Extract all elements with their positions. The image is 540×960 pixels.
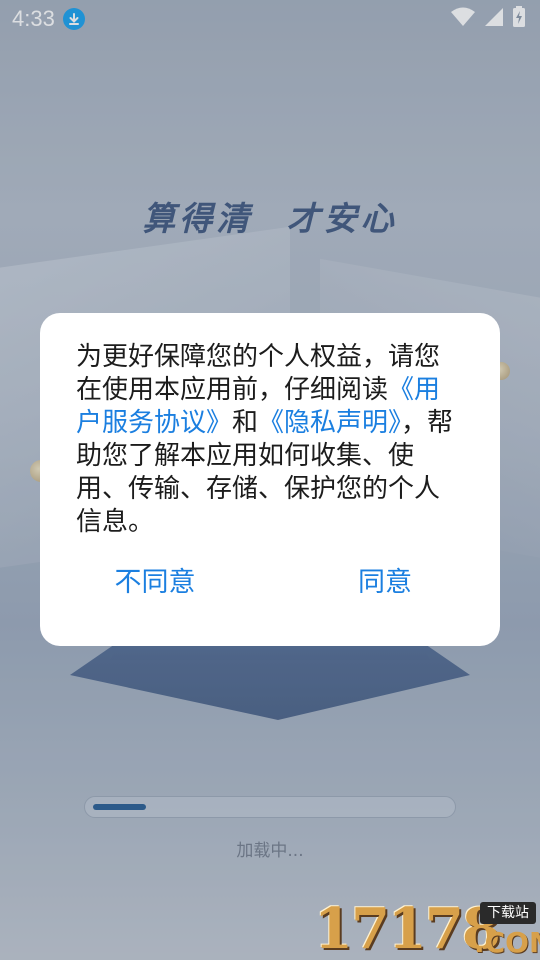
dialog-text-intro: 为更好保障您的个人权益，请您在使用本应用前，仔细阅读 — [76, 342, 441, 405]
watermark-domain: .COM — [474, 926, 540, 959]
dialog-message: 为更好保障您的个人权益，请您在使用本应用前，仔细阅读《用户服务协议》和《隐私声明… — [76, 341, 464, 539]
watermark-tag: 下载站 — [480, 902, 536, 924]
dialog-actions: 不同意 同意 — [40, 561, 500, 605]
watermark-number: 17178 — [314, 896, 501, 960]
loading-progress-fill — [93, 804, 146, 810]
agree-button[interactable]: 同意 — [270, 561, 500, 605]
disagree-button[interactable]: 不同意 — [40, 561, 270, 605]
watermark-logo: 17178 下载站 .COM — [314, 896, 540, 960]
dialog-text-and: 和 — [232, 408, 259, 438]
privacy-statement-link[interactable]: 《隐私声明》 — [258, 408, 401, 438]
loading-progress-bar — [84, 796, 456, 818]
privacy-dialog: 为更好保障您的个人权益，请您在使用本应用前，仔细阅读《用户服务协议》和《隐私声明… — [40, 313, 500, 646]
loading-text: 加载中... — [236, 841, 304, 861]
